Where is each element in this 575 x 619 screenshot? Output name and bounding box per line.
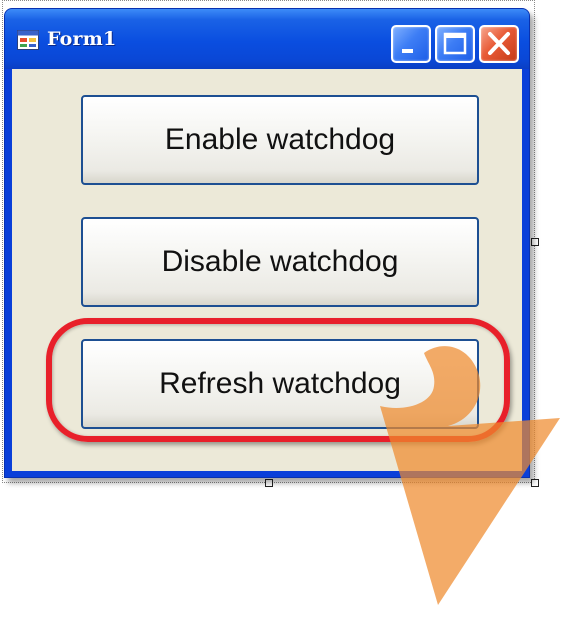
designer-canvas: Form1 Enable watchdog Disable watchdog R… <box>0 0 575 619</box>
curved-arrow-icon <box>380 346 560 605</box>
